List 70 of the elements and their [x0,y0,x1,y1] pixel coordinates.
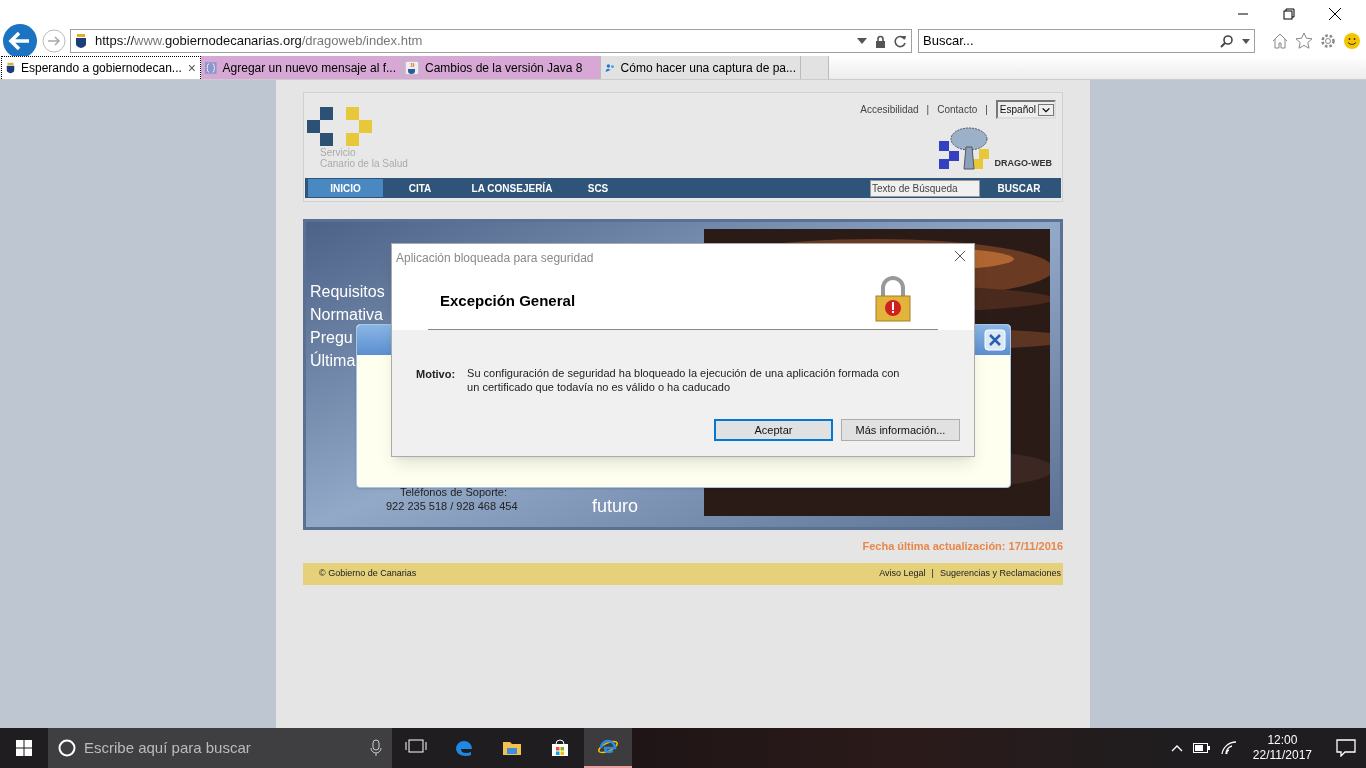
phone-label: Teléfonos de Soporte: [400,485,508,500]
notification-icon[interactable] [1336,739,1356,757]
copyright-text: © Gobierno de Canarias [319,566,417,580]
tab-label: Agregar un nuevo mensaje al f... [222,59,396,77]
nav-item[interactable]: INICIO [308,179,383,197]
last-updated-text: Fecha última actualización: 17/11/2016 [862,539,1063,554]
braces-icon [205,60,217,75]
star-icon[interactable] [1295,32,1313,50]
search-field[interactable]: Buscar... [918,29,1255,53]
phone-number: 922 235 518 / 928 468 454 [386,499,518,514]
home-icon[interactable] [1271,32,1289,50]
back-icon[interactable] [2,23,38,59]
header-link[interactable]: Accesibilidad [860,102,919,117]
settings-icon[interactable] [1319,32,1337,50]
dialog-button[interactable]: Más información... [841,419,960,441]
microphone-icon[interactable] [370,739,382,757]
browser-tab[interactable]: Cómo hacer una captura de pa... [601,56,801,79]
browser-tab[interactable]: Cambios de la versión Java 8 [401,56,601,79]
padlock-warning-icon [875,276,911,322]
dropdown-icon[interactable] [1242,38,1250,44]
taskbar-search-field[interactable]: Escribe aquí para buscar [48,728,392,768]
reason-label: Motivo: [416,367,456,382]
site-emblem-icon [75,33,87,49]
site-emblem-icon [6,61,15,75]
footer-link[interactable]: Sugerencias y Reclamaciones [939,566,1061,581]
site-search-field[interactable]: Texto de Búsqueda [870,179,980,197]
banner-link[interactable]: Última [310,349,356,372]
battery-icon[interactable] [1192,743,1211,753]
link-separator: | [985,103,988,117]
address-bar[interactable]: https://www.gobiernodecanarias.org/dragoweb/index.htm [70,29,912,53]
smiley-icon[interactable] [1343,32,1361,50]
wifi-icon[interactable] [1220,741,1237,755]
tab-label: Cambios de la versión Java 8 [425,59,584,77]
coffee-cup-icon [405,60,419,75]
link-separator: | [931,566,934,580]
brand-text: DRAGO-WEB [994,156,1052,170]
browser-tab[interactable]: Agregar un nuevo mensaje al f... [201,56,401,79]
link-separator: | [926,103,930,117]
dialog-button[interactable]: Aceptar [714,419,833,441]
close-icon[interactable] [954,250,966,262]
logo-icon [307,107,373,147]
dialog-heading: Excepción General [440,291,576,311]
nav-item[interactable]: LA CONSEJERÍA [457,179,567,197]
logo-text: Servicio [320,147,357,158]
banner-link[interactable]: Requisitos [310,280,385,303]
tab-label: Cómo hacer una captura de pa... [620,59,796,77]
tab-label: Esperando a gobiernodecan... [21,60,182,77]
refresh-icon[interactable] [894,34,907,48]
slogan-text: futuro [592,495,639,518]
reason-text: Su configuración de seguridad ha bloqueado la ejecución de una aplicación formada con un certificado que todavía no es válido o ha caducado [467,366,901,394]
search-button[interactable]: BUSCAR [980,179,1058,197]
url-text: https://www.gobiernodecanarias.org/dragoweb/index.htm [95,32,423,51]
footer-link[interactable]: Aviso Legal [879,566,926,581]
nav-item[interactable]: CITA [383,179,457,197]
chevron-up-icon[interactable] [1170,744,1183,752]
lock-icon[interactable] [875,34,886,48]
search-icon[interactable] [1220,34,1234,48]
banner-link[interactable]: Normativa [310,303,383,326]
clock[interactable]: 12:00 22/11/2017 [1246,733,1318,763]
dropdown-icon[interactable] [857,38,867,44]
dialog-title: Aplicación bloqueada para seguridad [396,250,594,267]
tab-close-button[interactable]: × [187,57,196,79]
search-circle-icon [58,739,76,757]
nav-item[interactable]: SCS [567,179,629,197]
dropdown-icon[interactable] [1038,103,1054,116]
browser-tab[interactable]: Esperando a gobiernodecan... × [1,56,201,79]
header-link[interactable]: Contacto [937,102,978,117]
language-select[interactable]: Español [995,100,1056,119]
shopping-bag-icon [549,737,571,759]
banner-link[interactable]: Pregu [310,326,353,349]
